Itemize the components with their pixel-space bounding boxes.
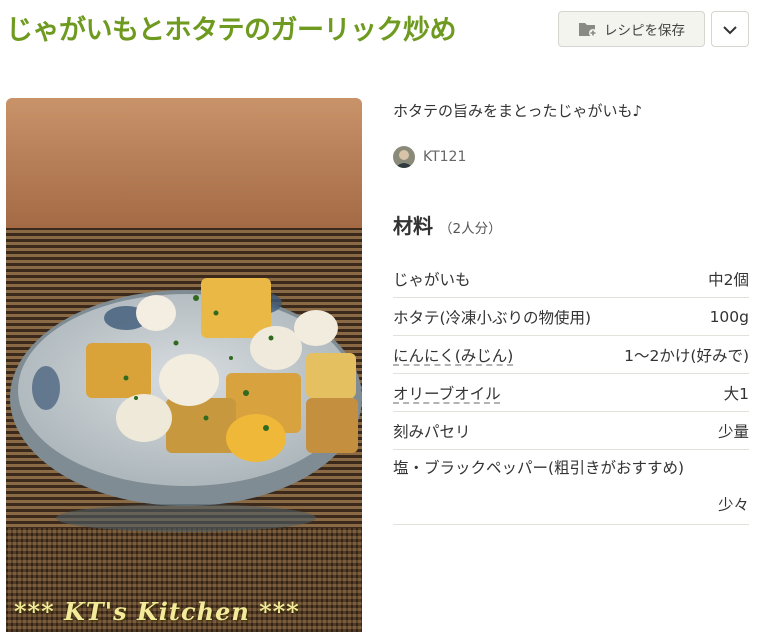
ingredient-row: 塩・ブラックペッパー(粗引きがおすすめ) 少々 [393, 450, 749, 525]
save-recipe-button[interactable]: レシピを保存 [558, 11, 705, 47]
ingredient-quantity: 少々 [717, 496, 749, 514]
author-name: KT121 [423, 149, 467, 165]
ingredient-list: じゃがいも 中2個 ホタテ(冷凍小ぶりの物使用) 100g にんにく(みじん) … [393, 260, 749, 525]
ingredient-link[interactable]: にんにく(みじん) [393, 344, 513, 366]
ingredient-row: 刻みパセリ 少量 [393, 412, 749, 450]
chevron-down-icon [723, 20, 737, 39]
ingredient-quantity: 少量 [717, 422, 749, 441]
ingredient-quantity: 1～2かけ(好みで) [624, 346, 749, 365]
ingredient-link[interactable]: オリーブオイル [393, 382, 501, 404]
more-menu-button[interactable] [711, 11, 749, 47]
ingredients-header: 材料 （2人分） [393, 210, 502, 239]
ingredient-name: じゃがいも [393, 270, 471, 289]
recipe-title: じゃがいもとホタテのガーリック炒め [6, 15, 456, 46]
author-link[interactable]: KT121 [393, 146, 466, 168]
recipe-photo: *** KT's Kitchen *** [6, 98, 362, 632]
ingredient-name: 刻みパセリ [393, 422, 471, 441]
ingredients-title: 材料 [393, 214, 433, 238]
ingredient-quantity: 100g [709, 307, 749, 326]
ingredient-row: じゃがいも 中2個 [393, 260, 749, 298]
recipe-description: ホタテの旨みをまとったじゃがいも♪ [393, 102, 643, 120]
ingredients-servings: （2人分） [439, 221, 502, 237]
folder-plus-icon [578, 20, 598, 38]
avatar [393, 146, 415, 168]
ingredient-name: 塩・ブラックペッパー(粗引きがおすすめ) [393, 459, 685, 477]
ingredient-row: ホタテ(冷凍小ぶりの物使用) 100g [393, 298, 749, 336]
ingredient-row: にんにく(みじん) 1～2かけ(好みで) [393, 336, 749, 374]
ingredient-quantity: 大1 [723, 384, 749, 403]
save-recipe-label: レシピを保存 [604, 23, 685, 39]
ingredient-row: オリーブオイル 大1 [393, 374, 749, 412]
ingredient-name: ホタテ(冷凍小ぶりの物使用) [393, 308, 592, 327]
photo-watermark: *** KT's Kitchen *** [14, 597, 300, 626]
ingredient-quantity: 中2個 [708, 270, 749, 289]
